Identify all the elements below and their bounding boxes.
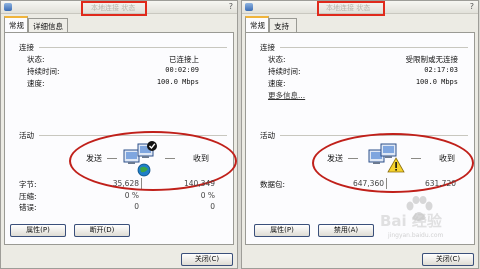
- speed-value: 100.0 Mbps: [415, 78, 458, 86]
- speed-label: 速度:: [268, 79, 286, 88]
- compression-sent-value: 0 %: [124, 191, 139, 200]
- close-button[interactable]: 关闭(C): [181, 253, 233, 266]
- disconnect-button-label: 断开(D): [89, 226, 115, 234]
- packets-sent-value: 647,360: [352, 179, 384, 188]
- speed-label: 速度:: [27, 79, 45, 88]
- tab-support[interactable]: 支持: [269, 18, 297, 32]
- connection-section-title: 连接: [19, 43, 34, 52]
- bytes-received-value: 140,349: [183, 179, 215, 188]
- duration-label: 持续时间:: [268, 67, 301, 76]
- status-dialog-connected: 本地连接 状态 ? 常规 详细信息 连接 状态: 已连接上 持续时间: 00:0…: [0, 0, 238, 269]
- status-dialog-limited: 本地连接 状态 ? 常规 支持 连接 状态: 受限制或无连接 持续时间: 02:…: [241, 0, 479, 269]
- properties-button-label: 属性(P): [270, 226, 294, 234]
- tab-general[interactable]: 常规: [4, 16, 28, 32]
- more-info-link[interactable]: 更多信息...: [268, 90, 305, 101]
- activity-section-title: 活动: [19, 131, 34, 140]
- tab-details-label: 详细信息: [33, 22, 63, 31]
- duration-label: 持续时间:: [27, 67, 60, 76]
- help-icon[interactable]: ?: [229, 2, 233, 11]
- duration-value: 00:02:09: [165, 66, 199, 74]
- properties-button-label: 属性(P): [26, 226, 50, 234]
- title-annotation-box: [317, 1, 385, 16]
- duration-value: 02:17:03: [424, 66, 458, 74]
- watermark-brand: Bai 经验: [380, 212, 442, 230]
- close-button[interactable]: 关闭(C): [422, 253, 474, 266]
- packets-label: 数据包:: [260, 180, 286, 189]
- status-label: 状态:: [268, 55, 286, 64]
- connection-section-title: 连接: [260, 43, 275, 52]
- disable-button-label: 禁用(A): [333, 226, 359, 234]
- section-divider: [280, 47, 468, 48]
- errors-received-value: 0: [210, 202, 215, 211]
- section-divider: [39, 47, 227, 48]
- tab-support-label: 支持: [274, 22, 289, 31]
- bytes-label: 字节:: [19, 180, 37, 189]
- disable-button[interactable]: 禁用(A): [318, 224, 374, 237]
- packets-received-value: 631,720: [424, 179, 456, 188]
- tab-general-label: 常规: [9, 21, 24, 30]
- errors-label: 错误:: [19, 203, 37, 212]
- status-label: 状态:: [27, 55, 45, 64]
- help-icon[interactable]: ?: [470, 2, 474, 11]
- bytes-sent-value: 35,628: [112, 179, 139, 188]
- status-value: 受限制或无连接: [405, 55, 459, 64]
- close-button-label: 关闭(C): [194, 255, 220, 263]
- compression-label: 压缩:: [19, 192, 37, 201]
- speed-value: 100.0 Mbps: [156, 78, 199, 86]
- tab-general[interactable]: 常规: [245, 16, 269, 32]
- title-annotation-box: [81, 1, 147, 16]
- properties-button[interactable]: 属性(P): [10, 224, 66, 237]
- status-value: 已连接上: [169, 55, 199, 64]
- activity-section-title: 活动: [260, 131, 275, 140]
- watermark-url: jingyan.baidu.com: [388, 232, 444, 239]
- close-button-label: 关闭(C): [435, 255, 461, 263]
- properties-button[interactable]: 属性(P): [254, 224, 310, 237]
- compression-received-value: 0 %: [200, 191, 215, 200]
- window-icon: [245, 3, 253, 11]
- tab-details[interactable]: 详细信息: [28, 18, 68, 32]
- errors-sent-value: 0: [134, 202, 139, 211]
- general-panel: 连接 状态: 已连接上 持续时间: 00:02:09 速度: 100.0 Mbp…: [4, 32, 237, 245]
- tab-general-label: 常规: [250, 21, 265, 30]
- disconnect-button[interactable]: 断开(D): [74, 224, 130, 237]
- window-icon: [4, 3, 12, 11]
